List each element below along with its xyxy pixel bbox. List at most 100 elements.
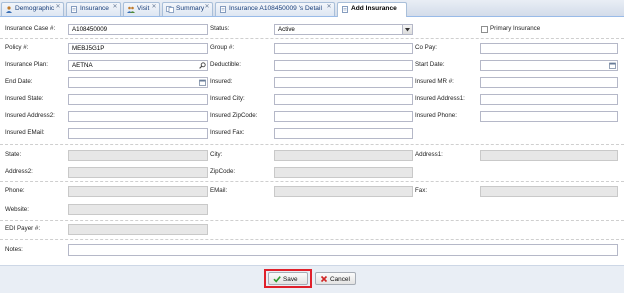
section-divider [0,144,624,145]
insurance-form: Insurance Case #: A108450009 Status: Act… [0,17,624,292]
tab-bar: Demographic ✕ Insurance ✕ Visit ✕ Summar… [0,0,624,17]
start-date-label: Start Date: [415,61,445,68]
insured-state-input[interactable] [68,94,208,105]
deductible-label: Deductible: [210,61,241,68]
insured-phone-label: Insured Phone: [415,112,457,119]
deductible-input[interactable] [274,60,413,71]
notes-input[interactable] [68,244,618,256]
insured-city-label: Insured City: [210,95,245,102]
phone-field [68,186,208,197]
cross-icon [320,275,328,283]
tab-insurance[interactable]: Insurance ✕ [66,2,121,16]
close-icon[interactable]: ✕ [112,4,118,10]
close-icon[interactable]: ✕ [326,4,332,10]
highlight-box [264,269,312,288]
group-label: Group #: [210,44,235,51]
co-pay-label: Co Pay: [415,44,438,51]
insured-input[interactable] [274,77,413,88]
tab-insurance-detail[interactable]: Insurance A108450009 's Detail ✕ [215,2,335,16]
address2-label: Address2: [5,168,33,175]
insured-city-input[interactable] [274,94,413,105]
section-divider [0,181,624,182]
co-pay-input[interactable] [480,43,618,54]
form-footer: Save Cancel [0,265,624,293]
insured-address2-input[interactable] [68,111,208,122]
cancel-button[interactable]: Cancel [315,272,356,285]
zipcode-field [274,167,413,178]
tab-label: Visit [137,5,150,12]
insured-mr-label: Insured MR #: [415,78,454,85]
close-icon[interactable]: ✕ [151,4,157,10]
tab-label: Insurance A108450009 's Detail [229,5,322,12]
insured-zipcode-label: Insured ZipCode: [210,112,258,119]
insurance-plan-value: AETNA [72,62,93,69]
address1-label: Address1: [415,151,443,158]
group-input[interactable] [274,43,413,54]
tab-add-insurance[interactable]: Add Insurance [337,2,407,17]
tab-label: Add Insurance [351,5,397,12]
insurance-plan-label: Insurance Plan: [5,61,48,68]
document-icon [220,6,226,13]
insured-fax-label: Insured Fax: [210,129,245,136]
cancel-label: Cancel [330,276,350,283]
state-field [68,150,208,161]
email-field [274,186,413,197]
people-icon [127,6,135,13]
status-label: Status: [210,25,230,32]
calendar-icon[interactable] [198,78,207,87]
section-divider [0,38,624,39]
document-icon [71,6,77,13]
insurance-plan-input[interactable]: AETNA [68,60,208,71]
section-divider [0,220,624,221]
policy-label: Policy #: [5,44,29,51]
insured-email-input[interactable] [68,128,208,139]
end-date-input[interactable] [68,77,208,88]
calendar-icon[interactable] [608,61,617,70]
website-field [68,204,208,215]
email-label: EMail: [210,187,228,194]
insurance-case-input[interactable]: A108450009 [68,24,208,35]
phone-label: Phone: [5,187,25,194]
user-icon [6,6,12,13]
insured-state-label: Insured State: [5,95,44,102]
close-icon[interactable]: ✕ [204,4,210,10]
primary-insurance-label: Primary Insurance [490,25,541,32]
zipcode-label: ZipCode: [210,168,236,175]
insured-zipcode-input[interactable] [274,111,413,122]
status-select[interactable]: Active [274,24,413,35]
tab-label: Demographic [15,5,55,12]
insurance-case-label: Insurance Case #: [5,25,56,32]
fax-field [480,186,618,197]
city-label: City: [210,151,223,158]
insured-email-label: Insured EMail: [5,129,45,136]
close-icon[interactable]: ✕ [55,4,61,10]
insured-phone-input[interactable] [480,111,618,122]
edi-payer-field [68,224,208,235]
tab-label: Insurance [80,5,109,12]
insured-address2-label: Insured Address2: [5,112,55,119]
website-label: Website: [5,206,29,213]
insured-fax-input[interactable] [274,128,413,139]
insured-address1-label: Insured Address1: [415,95,465,102]
notes-label: Notes: [5,246,23,253]
insured-label: Insured: [210,78,233,85]
policy-input[interactable]: MEBJ5G1P [68,43,208,54]
chevron-down-icon[interactable] [402,25,412,34]
insured-mr-input[interactable] [480,77,618,88]
primary-insurance-checkbox[interactable] [481,26,488,33]
pages-icon [166,6,174,13]
tab-label: Summary [176,5,205,12]
tab-visit[interactable]: Visit ✕ [123,2,160,16]
search-icon[interactable] [198,61,207,70]
address1-field [480,150,618,161]
section-divider [0,239,624,240]
insured-address1-input[interactable] [480,94,618,105]
status-value: Active [278,26,295,33]
start-date-input[interactable] [480,60,618,71]
city-field [274,150,413,161]
document-icon [342,6,348,13]
fax-label: Fax: [415,187,428,194]
tab-demographic[interactable]: Demographic ✕ [1,2,64,16]
address2-field [68,167,208,178]
tab-summary[interactable]: Summary ✕ [162,2,213,16]
